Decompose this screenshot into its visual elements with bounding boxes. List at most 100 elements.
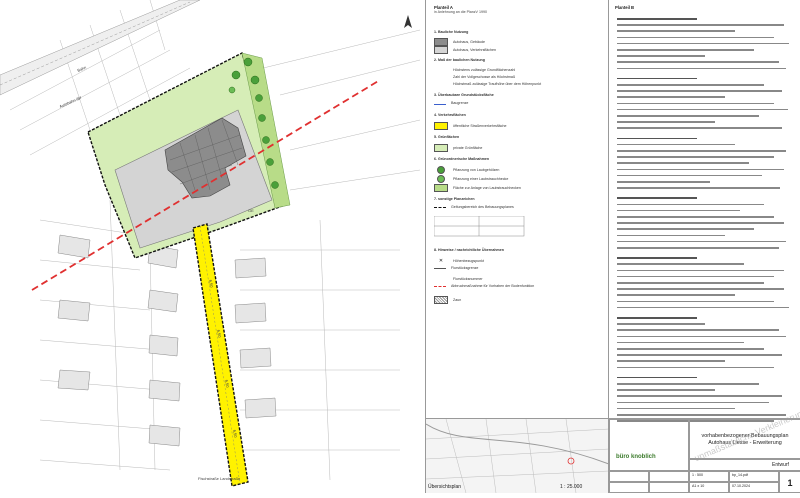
format-value: A1 x 10 bbox=[692, 484, 705, 488]
notes-text-line bbox=[617, 102, 774, 105]
plan-label-street: Fischstraße Landstraße bbox=[198, 476, 241, 481]
notes-text-line bbox=[617, 329, 779, 331]
notes-header: Planteil B bbox=[615, 5, 635, 10]
notes-text-line bbox=[617, 294, 735, 296]
notes-text-line bbox=[617, 162, 750, 164]
notes-text-line bbox=[617, 197, 697, 199]
notes-text-line bbox=[617, 209, 740, 212]
legend-row: 7. sonstige Planzeichen bbox=[434, 197, 475, 201]
company-info-cell: büro knoblich bbox=[609, 419, 689, 471]
notes-text-line bbox=[617, 389, 715, 391]
notes-text-line bbox=[617, 96, 725, 98]
notes-text-line bbox=[617, 263, 745, 265]
swatch-boundary bbox=[434, 206, 446, 208]
notes-text-line bbox=[617, 341, 745, 344]
legend-row: Abbruchmaßnahme für Vorhaben der Bodenfu… bbox=[434, 284, 604, 288]
sheet-number-cell: 1 bbox=[779, 471, 800, 493]
swatch-hedge-area bbox=[434, 184, 448, 192]
legend-row: Autohaus, Gebäude bbox=[434, 38, 604, 46]
notes-text-line bbox=[617, 275, 774, 278]
notes-text-line bbox=[617, 354, 782, 356]
notes-text-line bbox=[617, 383, 760, 385]
legend-row: 4. Verkehrsflächen bbox=[434, 113, 466, 117]
legend-row: 2. Maß der baulichen Nutzung bbox=[434, 58, 485, 62]
status-cell: Entwurf bbox=[689, 459, 800, 471]
swatch-paved bbox=[434, 46, 448, 54]
scale-value: 1 : 500 bbox=[692, 473, 703, 477]
notes-text-line bbox=[617, 174, 763, 177]
notes-text-line bbox=[617, 61, 779, 63]
legend-row: Geltungsbereich des Bebauungsplanes bbox=[434, 205, 604, 209]
notes-text-line bbox=[617, 108, 788, 111]
date-value: 07.10.2024 bbox=[732, 484, 750, 488]
hedge-icon bbox=[437, 175, 445, 183]
legend-row: 8. Hinweise / nachrichtliche Übernahmen bbox=[434, 248, 504, 252]
swatch-building-line bbox=[434, 101, 446, 106]
notes-text-line bbox=[617, 228, 755, 230]
format-cell: A1 x 10 bbox=[689, 482, 729, 493]
overview-label: Übersichtsplan bbox=[428, 484, 462, 490]
legend-table bbox=[434, 216, 525, 237]
status-label: Entwurf bbox=[772, 462, 789, 468]
notes-text-line bbox=[617, 156, 774, 158]
notes-text-line bbox=[617, 300, 774, 303]
notes-text-line bbox=[617, 137, 697, 140]
legend-row: Flurstücksgrenze bbox=[434, 266, 604, 270]
swatch-road bbox=[434, 122, 448, 130]
notes-text-line bbox=[617, 269, 784, 272]
notes-text-line bbox=[617, 335, 786, 338]
legend-row: Pflanzung von Laubgehölzen bbox=[434, 166, 604, 174]
notes-text-line bbox=[617, 376, 697, 379]
notes-text-line bbox=[617, 55, 706, 57]
swatch-building bbox=[434, 38, 448, 46]
swatch-red-line bbox=[434, 285, 446, 287]
swatch-green bbox=[434, 144, 448, 152]
swatch-hatch bbox=[434, 296, 448, 304]
notes-text-line bbox=[617, 407, 735, 410]
legend-row: Flurstücksnummer bbox=[434, 275, 604, 283]
notes-text-line bbox=[617, 49, 755, 51]
notes-text-line bbox=[617, 150, 786, 152]
notes-text-line bbox=[617, 257, 697, 259]
plan-number: bp_14.pdf bbox=[732, 473, 748, 477]
notes-text-line bbox=[617, 181, 711, 183]
company-name: büro knoblich bbox=[616, 454, 656, 460]
notes-panel: Planteil B bbox=[608, 0, 800, 422]
notes-text-line bbox=[617, 216, 774, 218]
notes-text-line bbox=[617, 77, 697, 80]
notes-text-line bbox=[617, 42, 789, 45]
notes-text-line bbox=[617, 18, 697, 20]
notes-text-line bbox=[617, 143, 735, 146]
legend-row: Zaun bbox=[434, 296, 604, 304]
notes-text-line bbox=[617, 84, 764, 86]
notes-text-line bbox=[617, 282, 764, 284]
legend-row: Höchstmaß zulässige Traufhöhe über dem H… bbox=[434, 80, 604, 88]
notes-text-line bbox=[617, 317, 697, 319]
overview-map bbox=[425, 418, 610, 494]
notes-text-line bbox=[617, 36, 774, 39]
site-plan-drawing: Bahn Autobahn-/Bf Fischstraße Landstraße… bbox=[0, 0, 425, 492]
notes-text-line bbox=[617, 168, 784, 171]
notes-text-line bbox=[617, 366, 774, 369]
legend-row: 6. Grünordnerische Maßnahmen bbox=[434, 157, 490, 161]
legend-row: 5. Grünflächen bbox=[434, 135, 460, 139]
notes-text-line bbox=[617, 414, 786, 416]
notes-text-line bbox=[617, 187, 780, 189]
notes-text-line bbox=[617, 247, 779, 249]
notes-text-line bbox=[617, 127, 782, 129]
height-point-icon: ✕ bbox=[434, 257, 448, 265]
legend-row: öffentliche Straßenverkehrsfläche bbox=[434, 122, 604, 130]
notes-text-line bbox=[617, 288, 784, 290]
plan-label-zone: GE bbox=[248, 208, 254, 213]
notes-text-line bbox=[617, 306, 789, 309]
tree-icon bbox=[437, 166, 445, 174]
legend-row: Autohaus, Verkehrsflächen bbox=[434, 46, 604, 54]
notes-text-line bbox=[617, 323, 706, 325]
legend-panel: Planteil A in Anlehnung an die PlanzV 19… bbox=[425, 0, 609, 418]
notes-text-line bbox=[617, 395, 782, 397]
notes-text-line bbox=[617, 24, 784, 26]
notes-text-line bbox=[617, 30, 735, 32]
notes-text-line bbox=[617, 115, 760, 117]
notes-text-line bbox=[617, 360, 725, 362]
date-cell: 07.10.2024 bbox=[729, 482, 779, 493]
